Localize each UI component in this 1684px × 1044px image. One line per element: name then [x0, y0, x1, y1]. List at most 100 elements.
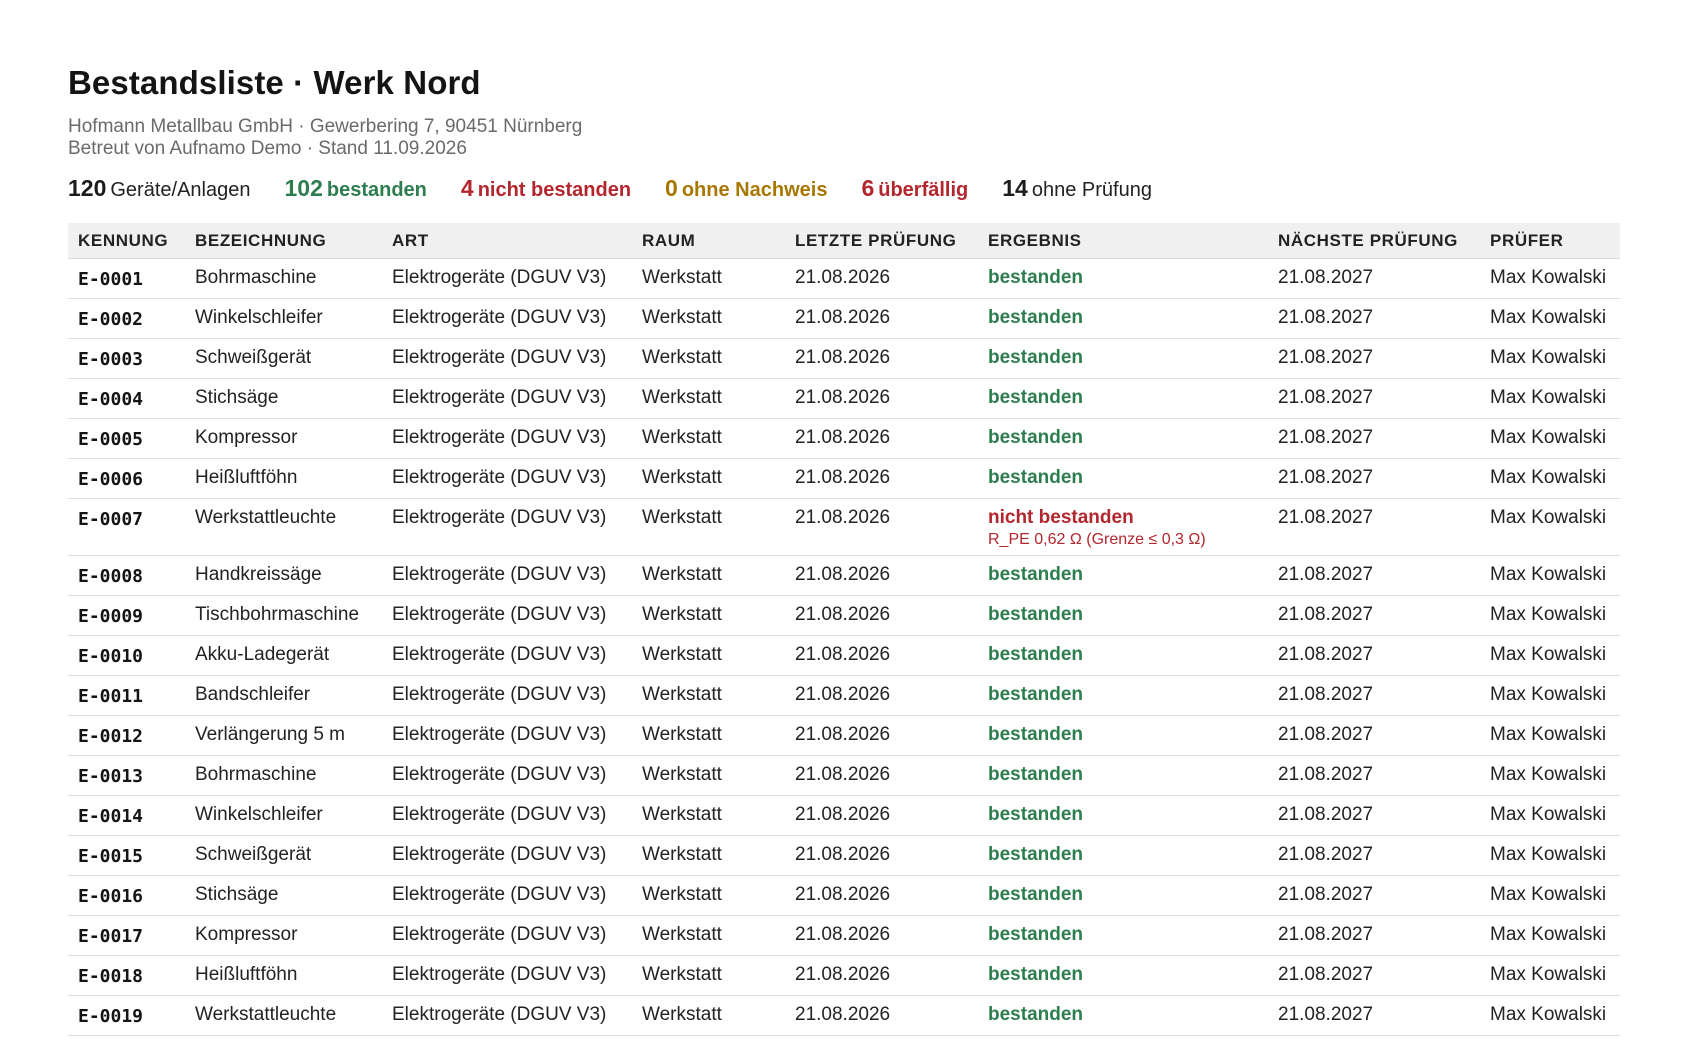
cell-id: E-0001 — [68, 258, 185, 299]
cell-result: bestanden — [978, 795, 1268, 836]
cell-last-inspection: 21.08.2026 — [785, 555, 978, 596]
cell-inspector: Max Kowalski — [1480, 675, 1620, 716]
cell-inspector: Max Kowalski — [1480, 955, 1620, 996]
cell-type: Elektrogeräte (DGUV V3) — [382, 915, 632, 956]
cell-result: bestanden — [978, 595, 1268, 636]
cell-inspector: Max Kowalski — [1480, 298, 1620, 339]
table-row: E-0019 Werkstattleuchte Elektrogeräte (DGU… — [68, 995, 1620, 1036]
cell-room: Werkstatt — [632, 875, 785, 916]
cell-inspector: Max Kowalski — [1480, 915, 1620, 956]
cell-id: E-0004 — [68, 378, 185, 419]
table-body: E-0001 Bohrmaschine Elektrogeräte (DGUV V3… — [68, 258, 1620, 1036]
cell-next-inspection: 21.08.2027 — [1268, 755, 1480, 796]
cell-room: Werkstatt — [632, 835, 785, 876]
table-row: E-0013 Bohrmaschine Elektrogeräte (DGUV V3… — [68, 755, 1620, 796]
column-header: PRÜFER — [1480, 223, 1620, 259]
cell-next-inspection: 21.08.2027 — [1268, 795, 1480, 836]
cell-inspector: Max Kowalski — [1480, 595, 1620, 636]
cell-next-inspection: 21.08.2027 — [1268, 555, 1480, 596]
cell-type: Elektrogeräte (DGUV V3) — [382, 795, 632, 836]
cell-room: Werkstatt — [632, 595, 785, 636]
stat-label: nicht bestanden — [477, 179, 632, 201]
stat-item: 120 Geräte/Anlagen — [68, 175, 250, 202]
cell-type: Elektrogeräte (DGUV V3) — [382, 675, 632, 716]
cell-id: E-0003 — [68, 338, 185, 379]
cell-id: E-0010 — [68, 635, 185, 676]
cell-last-inspection: 21.08.2026 — [785, 715, 978, 756]
stat-label: ohne Prüfung — [1031, 179, 1152, 201]
cell-id: E-0006 — [68, 458, 185, 499]
cell-next-inspection: 21.08.2027 — [1268, 458, 1480, 499]
cell-last-inspection: 21.08.2026 — [785, 915, 978, 956]
cell-next-inspection: 21.08.2027 — [1268, 915, 1480, 956]
cell-next-inspection: 21.08.2027 — [1268, 258, 1480, 299]
stat-label: überfällig — [878, 179, 969, 201]
cell-last-inspection: 21.08.2026 — [785, 378, 978, 419]
cell-name: Verlängerung 5 m — [185, 715, 382, 756]
cell-result: bestanden — [978, 635, 1268, 676]
cell-last-inspection: 21.08.2026 — [785, 955, 978, 996]
cell-last-inspection: 21.08.2026 — [785, 795, 978, 836]
cell-result: bestanden — [978, 955, 1268, 996]
cell-result: bestanden — [978, 458, 1268, 499]
cell-id: E-0002 — [68, 298, 185, 339]
cell-inspector: Max Kowalski — [1480, 635, 1620, 676]
cell-result: bestanden — [978, 835, 1268, 876]
cell-result: bestanden — [978, 338, 1268, 379]
cell-type: Elektrogeräte (DGUV V3) — [382, 498, 632, 556]
stat-label: ohne Nachweis — [681, 179, 828, 201]
stat-value: 120 — [68, 175, 107, 201]
table-row: E-0008 Handkreissäge Elektrogeräte (DGUV V… — [68, 555, 1620, 596]
cell-name: Handkreissäge — [185, 555, 382, 596]
column-header: BEZEICHNUNG — [185, 223, 382, 259]
cell-room: Werkstatt — [632, 378, 785, 419]
cell-last-inspection: 21.08.2026 — [785, 835, 978, 876]
cell-room: Werkstatt — [632, 955, 785, 996]
cell-inspector: Max Kowalski — [1480, 338, 1620, 379]
cell-room: Werkstatt — [632, 418, 785, 459]
cell-last-inspection: 21.08.2026 — [785, 995, 978, 1036]
cell-id: E-0017 — [68, 915, 185, 956]
stat-value: 4 — [460, 175, 474, 201]
cell-name: Kompressor — [185, 915, 382, 956]
cell-name: Winkelschleifer — [185, 795, 382, 836]
table-row: E-0011 Bandschleifer Elektrogeräte (DGUV V… — [68, 675, 1620, 716]
column-header: KENNUNG — [68, 223, 185, 259]
cell-id: E-0005 — [68, 418, 185, 459]
inventory-report: Bestandsliste · Werk Nord Hofmann Metall… — [68, 64, 1620, 1036]
cell-id: E-0013 — [68, 755, 185, 796]
cell-next-inspection: 21.08.2027 — [1268, 635, 1480, 676]
cell-name: Winkelschleifer — [185, 298, 382, 339]
stat-value: 14 — [1002, 175, 1028, 201]
result-label: nicht bestanden — [988, 507, 1134, 528]
cell-result: bestanden — [978, 418, 1268, 459]
cell-type: Elektrogeräte (DGUV V3) — [382, 635, 632, 676]
cell-id: E-0008 — [68, 555, 185, 596]
cell-room: Werkstatt — [632, 675, 785, 716]
cell-id: E-0012 — [68, 715, 185, 756]
cell-inspector: Max Kowalski — [1480, 875, 1620, 916]
cell-inspector: Max Kowalski — [1480, 755, 1620, 796]
cell-name: Tischbohrmaschine — [185, 595, 382, 636]
cell-result: bestanden — [978, 755, 1268, 796]
cell-name: Werkstattleuchte — [185, 498, 382, 556]
company-address: Hofmann Metallbau GmbH · Gewerbering 7, … — [68, 116, 583, 137]
cell-type: Elektrogeräte (DGUV V3) — [382, 875, 632, 916]
cell-type: Elektrogeräte (DGUV V3) — [382, 338, 632, 379]
cell-room: Werkstatt — [632, 555, 785, 596]
cell-id: E-0015 — [68, 835, 185, 876]
cell-last-inspection: 21.08.2026 — [785, 418, 978, 459]
cell-result: bestanden — [978, 258, 1268, 299]
stat-item: 14 ohne Prüfung — [1002, 175, 1152, 202]
cell-next-inspection: 21.08.2027 — [1268, 418, 1480, 459]
cell-type: Elektrogeräte (DGUV V3) — [382, 298, 632, 339]
cell-inspector: Max Kowalski — [1480, 418, 1620, 459]
cell-room: Werkstatt — [632, 338, 785, 379]
cell-inspector: Max Kowalski — [1480, 795, 1620, 836]
cell-type: Elektrogeräte (DGUV V3) — [382, 995, 632, 1036]
column-header: ERGEBNIS — [978, 223, 1268, 259]
cell-type: Elektrogeräte (DGUV V3) — [382, 835, 632, 876]
cell-inspector: Max Kowalski — [1480, 715, 1620, 756]
table-row: E-0017 Kompressor Elektrogeräte (DGUV V3) W… — [68, 915, 1620, 956]
cell-room: Werkstatt — [632, 915, 785, 956]
